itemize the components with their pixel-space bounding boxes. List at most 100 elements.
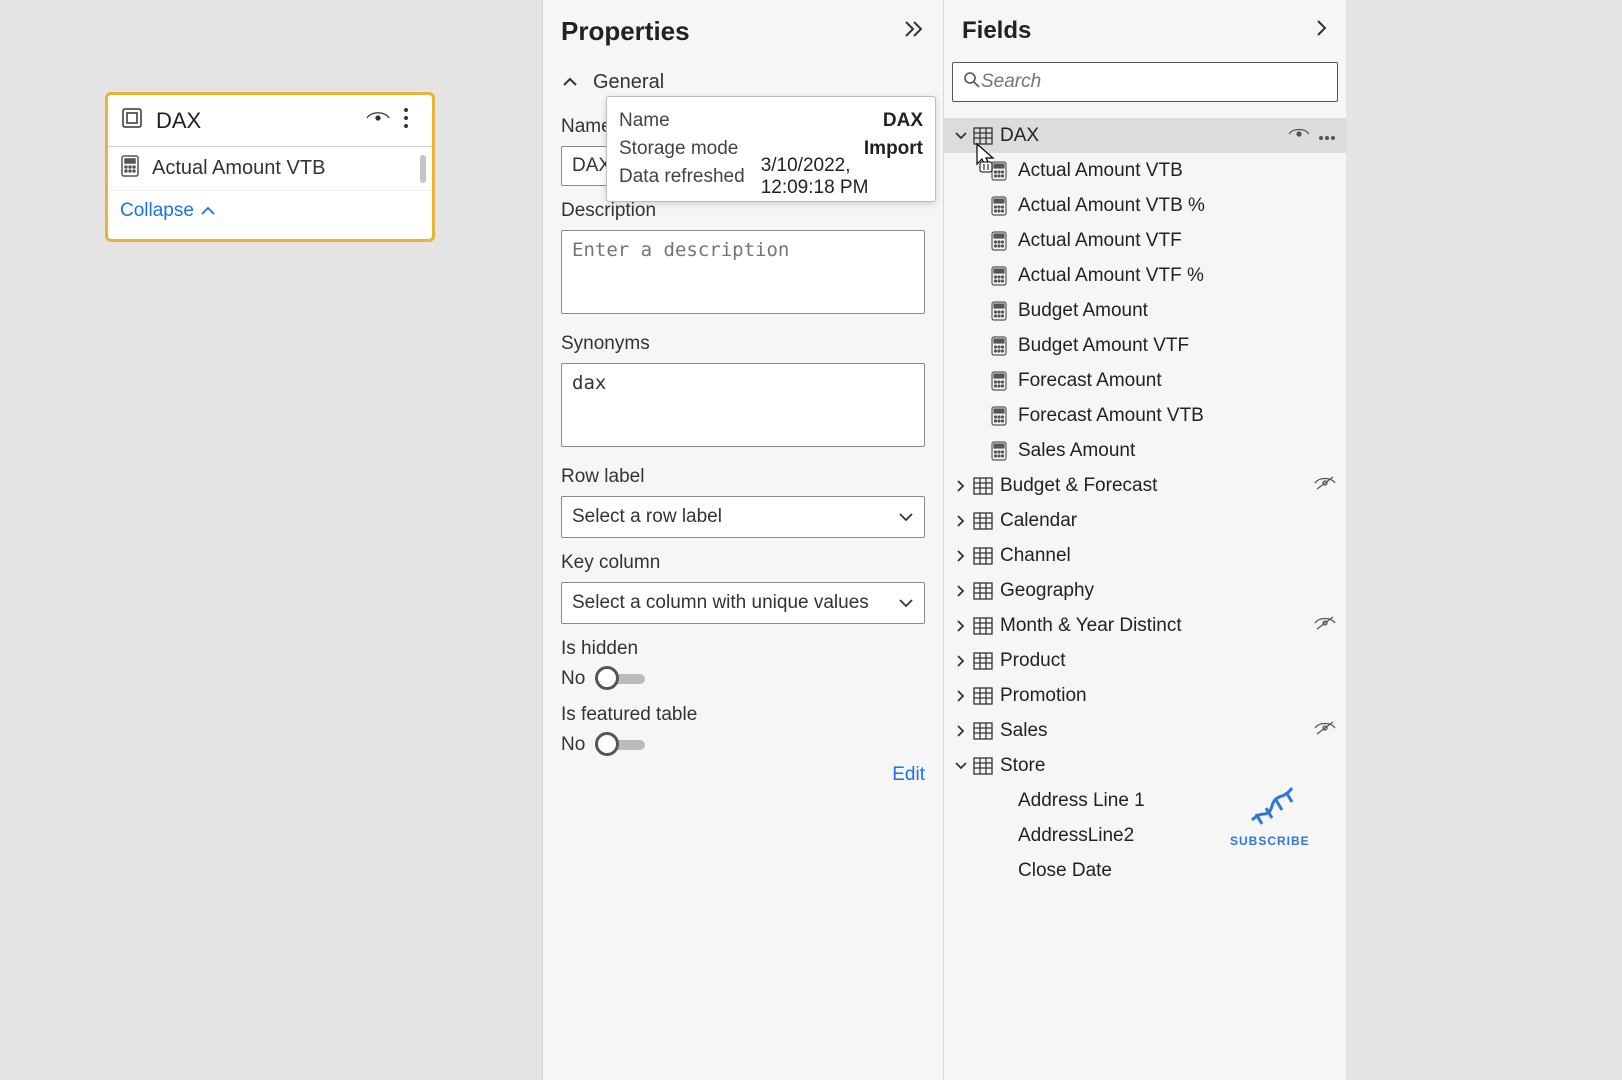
keycolumn-label: Key column bbox=[561, 552, 925, 574]
fields-measure[interactable]: Sales Amount bbox=[944, 433, 1346, 468]
fields-table-store[interactable]: Store bbox=[944, 748, 1346, 783]
calculator-icon bbox=[988, 406, 1010, 426]
chevron-right-icon[interactable] bbox=[950, 479, 972, 493]
fields-search-input[interactable] bbox=[981, 71, 1327, 93]
chevron-right-icon[interactable] bbox=[950, 689, 972, 703]
search-icon bbox=[963, 71, 981, 94]
fields-measure[interactable]: Budget Amount bbox=[944, 293, 1346, 328]
fields-table-calendar[interactable]: Calendar bbox=[944, 503, 1346, 538]
table-icon bbox=[972, 512, 994, 530]
calculator-icon bbox=[988, 441, 1010, 461]
rowlabel-select[interactable]: Select a row label bbox=[561, 496, 925, 538]
ishidden-toggle[interactable] bbox=[597, 674, 645, 684]
column-label: Address Line 1 bbox=[1018, 790, 1145, 812]
fields-table-channel[interactable]: Channel bbox=[944, 538, 1346, 573]
featured-label: Is featured table bbox=[561, 704, 925, 726]
table-icon bbox=[972, 617, 994, 635]
chevron-right-icon[interactable] bbox=[950, 724, 972, 738]
properties-title: Properties bbox=[561, 16, 690, 47]
more-options-icon[interactable] bbox=[1318, 125, 1336, 147]
column-label: Close Date bbox=[1018, 860, 1112, 882]
ishidden-value: No bbox=[561, 668, 585, 690]
fields-search[interactable] bbox=[952, 62, 1338, 102]
chevron-up-icon bbox=[561, 71, 579, 94]
tooltip-name-value: DAX bbox=[883, 110, 923, 132]
table-icon bbox=[972, 652, 994, 670]
fields-pane: Fields DAXActual Amount VTB Actual Amount… bbox=[944, 0, 1346, 1080]
canvas-card-measure-label: Actual Amount VTB bbox=[152, 157, 325, 180]
tooltip-refresh-key: Data refreshed bbox=[619, 166, 745, 188]
fields-table-budget-forecast[interactable]: Budget & Forecast bbox=[944, 468, 1346, 503]
visibility-icon[interactable] bbox=[364, 109, 392, 132]
properties-header: Properties bbox=[561, 0, 925, 62]
calculator-icon bbox=[988, 196, 1010, 216]
chevron-down-icon[interactable] bbox=[950, 761, 972, 771]
hidden-icon bbox=[1314, 720, 1336, 742]
collapse-pane-icon[interactable] bbox=[1314, 17, 1328, 46]
chevron-down-icon bbox=[898, 592, 914, 614]
canvas-table-card[interactable]: DAX Actual bbox=[105, 92, 435, 242]
featured-value: No bbox=[561, 734, 585, 756]
table-icon bbox=[972, 547, 994, 565]
measure-label: Forecast Amount bbox=[1018, 370, 1162, 392]
visibility-icon[interactable] bbox=[1288, 125, 1310, 147]
canvas-card-collapse-link[interactable]: Collapse bbox=[108, 191, 432, 231]
model-canvas[interactable]: DAX Actual bbox=[0, 0, 542, 1080]
keycolumn-select[interactable]: Select a column with unique values bbox=[561, 582, 925, 624]
synonyms-label: Synonyms bbox=[561, 333, 925, 355]
fields-column[interactable]: Close Date bbox=[944, 853, 1346, 888]
keycolumn-value: Select a column with unique values bbox=[572, 592, 869, 614]
measure-label: Budget Amount bbox=[1018, 300, 1148, 322]
fields-measure[interactable]: Actual Amount VTB bbox=[944, 153, 1346, 188]
fields-column[interactable]: Address Line 1 bbox=[944, 783, 1346, 818]
canvas-card-measure-row[interactable]: Actual Amount VTB bbox=[108, 147, 432, 191]
tooltip-name-key: Name bbox=[619, 110, 670, 132]
fields-measure[interactable]: Actual Amount VTB % bbox=[944, 188, 1346, 223]
section-general-label: General bbox=[593, 71, 664, 94]
rowlabel-label: Row label bbox=[561, 466, 925, 488]
more-options-icon[interactable] bbox=[392, 107, 420, 135]
fields-measure[interactable]: Forecast Amount bbox=[944, 363, 1346, 398]
card-scrollbar-thumb[interactable] bbox=[420, 155, 426, 183]
fields-measure[interactable]: Forecast Amount VTB bbox=[944, 398, 1346, 433]
calculator-icon bbox=[988, 231, 1010, 251]
fields-table-sales[interactable]: Sales bbox=[944, 713, 1346, 748]
chevron-right-icon[interactable] bbox=[950, 549, 972, 563]
table-label: Budget & Forecast bbox=[1000, 475, 1314, 497]
fields-measure[interactable]: Budget Amount VTF bbox=[944, 328, 1346, 363]
table-icon bbox=[972, 757, 994, 775]
chevron-right-icon[interactable] bbox=[950, 619, 972, 633]
fields-measure[interactable]: Actual Amount VTF bbox=[944, 223, 1346, 258]
measure-label: Forecast Amount VTB bbox=[1018, 405, 1204, 427]
rowlabel-value: Select a row label bbox=[572, 506, 722, 528]
fields-table-product[interactable]: Product bbox=[944, 643, 1346, 678]
featured-edit-link[interactable]: Edit bbox=[561, 764, 925, 786]
calculator-icon bbox=[120, 155, 140, 183]
fields-table-month-year-distinct[interactable]: Month & Year Distinct bbox=[944, 608, 1346, 643]
collapse-label: Collapse bbox=[120, 200, 194, 222]
measure-label: Actual Amount VTB % bbox=[1018, 195, 1205, 217]
measure-label: Budget Amount VTF bbox=[1018, 335, 1189, 357]
fields-title: Fields bbox=[962, 17, 1031, 45]
fields-table-dax[interactable]: DAX bbox=[944, 118, 1346, 153]
hidden-icon bbox=[1314, 475, 1336, 497]
chevron-down-icon[interactable] bbox=[950, 131, 972, 141]
chevron-right-icon[interactable] bbox=[950, 654, 972, 668]
table-label: Geography bbox=[1000, 580, 1336, 602]
table-label: Sales bbox=[1000, 720, 1314, 742]
chevron-right-icon[interactable] bbox=[950, 514, 972, 528]
collapse-pane-icon[interactable] bbox=[903, 16, 925, 47]
fields-column[interactable]: AddressLine2 bbox=[944, 818, 1346, 853]
synonyms-input[interactable] bbox=[561, 363, 925, 447]
description-label: Description bbox=[561, 200, 925, 222]
featured-toggle[interactable] bbox=[597, 740, 645, 750]
fields-table-promotion[interactable]: Promotion bbox=[944, 678, 1346, 713]
fields-measure[interactable]: Actual Amount VTF % bbox=[944, 258, 1346, 293]
calculator-icon bbox=[988, 371, 1010, 391]
fields-table-geography[interactable]: Geography bbox=[944, 573, 1346, 608]
table-icon bbox=[972, 477, 994, 495]
calculator-icon bbox=[988, 336, 1010, 356]
table-label: Product bbox=[1000, 650, 1336, 672]
chevron-right-icon[interactable] bbox=[950, 584, 972, 598]
description-input[interactable] bbox=[561, 230, 925, 314]
